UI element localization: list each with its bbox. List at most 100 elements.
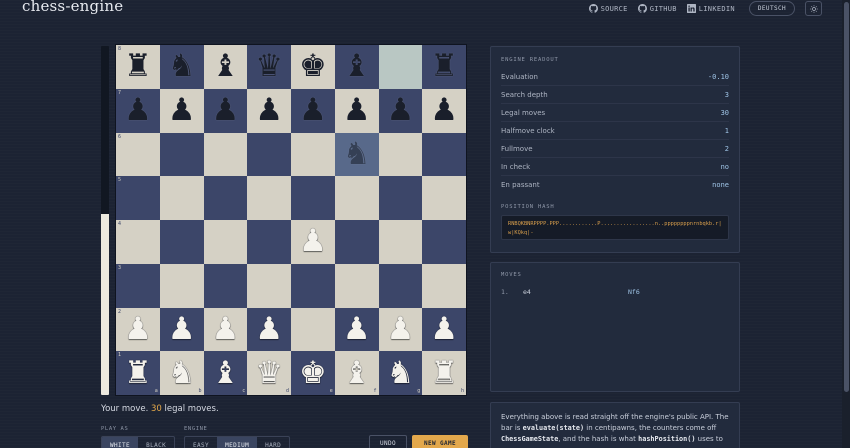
square-g4[interactable] [378, 220, 423, 264]
white-pawn-icon[interactable]: ♟ [299, 226, 327, 257]
square-a8[interactable]: 8 ♜ [116, 45, 160, 89]
nav-github-link[interactable]: GITHUB [637, 4, 677, 13]
square-a6[interactable]: 6 [116, 132, 160, 177]
square-c6[interactable] [203, 132, 248, 177]
square-f8[interactable]: ♝ [334, 45, 379, 89]
white-pawn-icon[interactable]: ♟ [430, 313, 458, 345]
square-h2[interactable]: ♟ [422, 307, 466, 352]
square-b1[interactable]: b ♞ [159, 351, 204, 395]
white-pawn-icon[interactable]: ♟ [255, 313, 283, 345]
white-bishop-icon[interactable]: ♝ [211, 357, 239, 389]
square-c4[interactable] [203, 220, 248, 264]
square-b5[interactable] [159, 176, 204, 220]
square-b2[interactable]: ♟ [159, 307, 204, 352]
white-rook-icon[interactable]: ♜ [124, 357, 152, 389]
theme-toggle-button[interactable] [805, 1, 822, 16]
square-e6[interactable] [291, 132, 335, 177]
square-d2[interactable]: ♟ [247, 307, 291, 352]
square-h5[interactable] [422, 176, 466, 220]
square-a4[interactable]: 4 [116, 220, 160, 264]
square-f7[interactable]: ♟ [334, 88, 379, 133]
black-knight-icon[interactable]: ♞ [168, 51, 196, 82]
square-c3[interactable] [203, 263, 248, 308]
square-h8[interactable]: ♜ [422, 45, 466, 89]
square-b6[interactable] [159, 132, 204, 177]
square-e8[interactable]: ♚ [291, 45, 335, 89]
square-f3[interactable] [334, 263, 379, 308]
square-e4[interactable]: ♟ [291, 220, 335, 264]
engine-hard-button[interactable]: HARD [257, 437, 289, 448]
black-move[interactable]: Nf6 [628, 288, 640, 296]
square-g5[interactable] [378, 176, 423, 220]
square-d3[interactable] [247, 263, 291, 308]
white-pawn-icon[interactable]: ♟ [386, 313, 414, 345]
square-a7[interactable]: 7 ♟ [116, 88, 160, 133]
black-pawn-icon[interactable]: ♟ [299, 95, 327, 126]
new-game-button[interactable]: NEW GAME [412, 435, 468, 448]
white-pawn-icon[interactable]: ♟ [343, 313, 371, 345]
square-e3[interactable] [291, 263, 335, 308]
square-b8[interactable]: ♞ [159, 45, 204, 89]
square-b3[interactable] [159, 263, 204, 308]
square-f2[interactable]: ♟ [334, 307, 379, 352]
square-f6[interactable]: ♞ [334, 132, 379, 177]
square-g1[interactable]: g ♞ [378, 351, 423, 395]
square-h6[interactable] [422, 132, 466, 177]
square-c5[interactable] [203, 176, 248, 220]
logo[interactable]: chess-engine [22, 0, 123, 15]
square-c7[interactable]: ♟ [203, 88, 248, 133]
undo-button[interactable]: UNDO [369, 435, 407, 448]
black-pawn-icon[interactable]: ♟ [255, 95, 283, 126]
square-c2[interactable]: ♟ [203, 307, 248, 352]
square-g7[interactable]: ♟ [378, 88, 423, 133]
square-a1[interactable]: 1 a ♜ [116, 351, 160, 395]
white-pawn-icon[interactable]: ♟ [168, 313, 196, 345]
engine-medium-button[interactable]: MEDIUM [217, 437, 258, 448]
square-d5[interactable] [247, 176, 291, 220]
black-pawn-icon[interactable]: ♟ [343, 95, 371, 126]
square-b7[interactable]: ♟ [159, 88, 204, 133]
square-d1[interactable]: d ♛ [247, 351, 291, 395]
square-g6[interactable] [378, 132, 423, 177]
nav-source-link[interactable]: SOURCE [588, 4, 628, 13]
black-pawn-icon[interactable]: ♟ [386, 95, 414, 126]
square-f4[interactable] [334, 220, 379, 264]
square-b4[interactable] [159, 220, 204, 264]
scrollbar-thumb[interactable] [844, 2, 849, 392]
square-g8[interactable] [378, 45, 423, 89]
black-rook-icon[interactable]: ♜ [124, 51, 152, 82]
square-h1[interactable]: h ♜ [422, 351, 466, 395]
play-as-black-button[interactable]: BLACK [138, 437, 174, 448]
nav-linkedin-link[interactable]: LINKEDIN [686, 4, 735, 13]
square-h4[interactable] [422, 220, 466, 264]
black-bishop-icon[interactable]: ♝ [211, 51, 239, 82]
black-king-icon[interactable]: ♚ [299, 51, 327, 82]
black-pawn-icon[interactable]: ♟ [168, 95, 196, 126]
square-d8[interactable]: ♛ [247, 45, 291, 89]
square-d7[interactable]: ♟ [247, 88, 291, 133]
square-a2[interactable]: 2 ♟ [116, 307, 160, 352]
white-pawn-icon[interactable]: ♟ [211, 313, 239, 345]
square-c8[interactable]: ♝ [203, 45, 248, 89]
square-h3[interactable] [422, 263, 466, 308]
square-f1[interactable]: f ♝ [334, 351, 379, 395]
black-pawn-icon[interactable]: ♟ [124, 95, 152, 126]
black-pawn-icon[interactable]: ♟ [211, 95, 239, 126]
square-e7[interactable]: ♟ [291, 88, 335, 133]
square-a3[interactable]: 3 [116, 263, 160, 308]
square-e5[interactable] [291, 176, 335, 220]
white-rook-icon[interactable]: ♜ [430, 357, 458, 389]
square-h7[interactable]: ♟ [422, 88, 466, 133]
square-e2[interactable] [291, 307, 335, 352]
white-move[interactable]: e4 [523, 288, 628, 296]
square-e1[interactable]: e ♚ [291, 351, 335, 395]
white-knight-icon[interactable]: ♞ [168, 357, 196, 389]
language-button[interactable]: DEUTSCH [748, 1, 795, 16]
black-knight-icon[interactable]: ♞ [343, 138, 371, 170]
square-c1[interactable]: c ♝ [203, 351, 248, 395]
white-queen-icon[interactable]: ♛ [255, 357, 283, 389]
chess-board[interactable]: 8 ♜ ♞ ♝ ♛ ♚ ♝ ♜ 7 ♟ ♟ ♟ ♟ ♟ ♟ ♟ ♟ 6 ♞ 5 4 ♟ 3 2 ♟ ♟ ♟ ♟ ♟ ♟ ♟ 1 a ♜ b ♞ c ♝ d ♛… [116, 45, 466, 395]
engine-easy-button[interactable]: EASY [185, 437, 217, 448]
square-a5[interactable]: 5 [116, 176, 160, 220]
white-pawn-icon[interactable]: ♟ [124, 313, 152, 345]
